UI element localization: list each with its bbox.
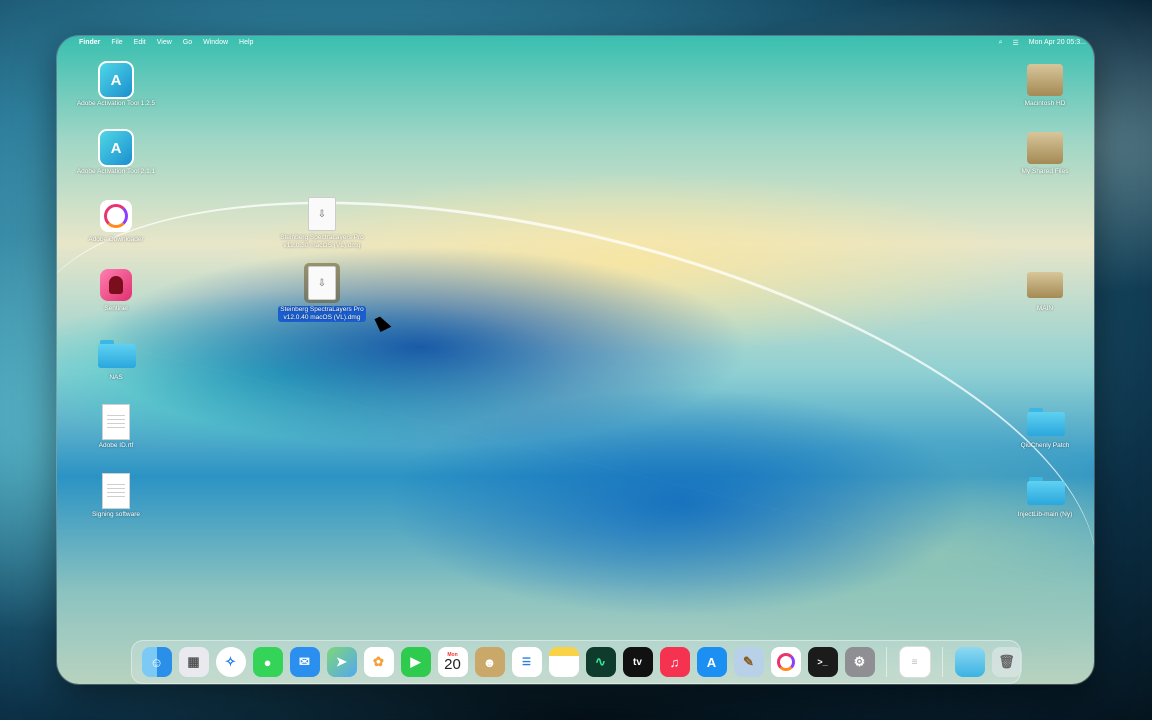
selection-highlight: ⇩	[304, 263, 340, 303]
creative-cloud-icon[interactable]	[770, 647, 801, 677]
desktop-item-label: Adobe Downloader	[88, 236, 144, 243]
messages-icon[interactable]: ●	[252, 647, 283, 677]
facetime-icon[interactable]: ▶	[400, 647, 431, 677]
desktop-item-label: Adobe Activation Tool 2.1.1	[76, 168, 156, 175]
document-stack-icon[interactable]: ≡	[898, 646, 931, 678]
hard-drive-icon	[1027, 272, 1063, 298]
notes-icon[interactable]	[548, 647, 579, 677]
adobe-activation-tool-icon: A	[98, 61, 134, 99]
script-editor-icon[interactable]: ✎	[733, 647, 764, 677]
maps-icon[interactable]: ➤	[326, 647, 357, 677]
launchpad-icon[interactable]: ▦	[178, 647, 209, 677]
hard-drive-icon	[1027, 132, 1063, 164]
folder-icon	[98, 340, 136, 368]
dock: ☺ ▦ ✧ ● ✉ ➤ ✿ ▶ Mon 20 ☻ ☰ ∿ tv ♫ A ✎ >_…	[131, 640, 1022, 684]
document-icon	[102, 404, 130, 440]
control-center-icon[interactable]: ☰	[1013, 39, 1019, 47]
system-settings-icon[interactable]: ⚙	[844, 647, 875, 677]
hard-drive-icon	[1027, 64, 1063, 96]
desktop-item-label: QiuChenly Patch	[1020, 442, 1070, 449]
desktop-item-label: Macintosh HD	[1024, 100, 1066, 107]
photos-icon[interactable]: ✿	[363, 647, 394, 677]
desktop-item-label: NAS	[109, 374, 123, 381]
menu-go[interactable]: Go	[183, 39, 192, 46]
desktop-item-label: Steinberg SpectraLayers Pro v12.0.30 macO…	[280, 234, 364, 249]
desktop-item-adobe-id-rtf[interactable]: Adobe ID.rtf	[68, 404, 164, 450]
desktop-item-macintosh-hd[interactable]: Macintosh HD	[997, 62, 1093, 108]
downloads-folder-icon[interactable]	[954, 647, 985, 677]
folder-icon	[1027, 477, 1065, 505]
desktop-item-nas[interactable]: NAS	[68, 336, 164, 382]
menu-file[interactable]: File	[111, 39, 122, 46]
disk-image-icon: ⇩	[308, 266, 336, 300]
desktop-item-spectralayers-12030-dmg[interactable]: ⇩ Steinberg SpectraLayers Pro v12.0.30 ma…	[274, 196, 370, 250]
desktop-item-label: My Shared Files	[1021, 168, 1069, 175]
menu-edit[interactable]: Edit	[134, 39, 146, 46]
mail-icon[interactable]: ✉	[289, 647, 320, 677]
desktop-item-adobe-activation-tool-211[interactable]: A Adobe Activation Tool 2.1.1	[68, 129, 164, 176]
desktop-screen: Finder File Edit View Go Window Help ⌕ ☰…	[57, 36, 1094, 684]
menu-finder[interactable]: Finder	[79, 39, 100, 46]
desktop-item-label: InjectLib-main (Ny)	[1017, 511, 1073, 518]
safari-icon[interactable]: ✧	[215, 647, 246, 677]
desktop-item-adobe-activation-tool-125[interactable]: A Adobe Activation Tool 1.2.5	[68, 61, 164, 108]
calendar-day: 20	[444, 656, 461, 673]
wallpaper-wave	[57, 106, 1094, 589]
calendar-icon[interactable]: Mon 20	[437, 647, 468, 677]
reminders-icon[interactable]: ☰	[511, 647, 542, 677]
desktop-item-label: MAIN	[1036, 305, 1054, 312]
menu-window[interactable]: Window	[203, 39, 228, 46]
music-icon[interactable]: ♫	[659, 647, 690, 677]
activity-monitor-icon[interactable]: ∿	[585, 647, 616, 677]
desktop-item-spectralayers-12040-dmg[interactable]: ⇩ Steinberg SpectraLayers Pro v12.0.40 ma…	[274, 262, 370, 324]
finder-icon[interactable]: ☺	[141, 647, 172, 677]
dock-separator	[886, 647, 887, 677]
adobe-activation-tool-icon: A	[98, 129, 134, 167]
desktop-item-signing-software[interactable]: Signing software	[68, 473, 164, 519]
desktop-item-label: Adobe ID.rtf	[98, 442, 134, 449]
desktop-item-sentinel[interactable]: Sentinel	[68, 267, 164, 313]
menu-bar: Finder File Edit View Go Window Help ⌕ ☰…	[57, 36, 1094, 49]
desktop-item-label: Adobe Activation Tool 1.2.5	[76, 100, 156, 107]
desktop-item-injectlib-main[interactable]: InjectLib-main (Ny)	[997, 473, 1093, 519]
menu-view[interactable]: View	[157, 39, 172, 46]
apple-tv-icon[interactable]: tv	[622, 647, 653, 677]
desktop-item-label-selected: Steinberg SpectraLayers Pro v12.0.40 macO…	[278, 306, 366, 322]
spotlight-search-icon[interactable]: ⌕	[999, 39, 1003, 47]
app-store-icon[interactable]: A	[696, 647, 727, 677]
desktop-item-qiuchenly-patch[interactable]: QiuChenly Patch	[997, 404, 1093, 450]
terminal-icon[interactable]: >_	[807, 647, 838, 677]
desktop-item-label: Sentinel	[104, 305, 128, 312]
desktop-item-my-shared-files[interactable]: My Shared Files	[997, 130, 1093, 176]
apple-tv-label: tv	[633, 656, 642, 668]
disk-image-icon: ⇩	[308, 197, 336, 231]
desktop-item-main[interactable]: MAIN	[997, 267, 1093, 313]
menu-help[interactable]: Help	[239, 39, 253, 46]
desktop-item-label: Signing software	[91, 511, 141, 518]
creative-cloud-icon	[100, 200, 132, 232]
contacts-icon[interactable]: ☻	[474, 647, 505, 677]
trash-icon[interactable]: 🗑	[991, 647, 1022, 677]
dock-separator	[942, 647, 943, 677]
document-icon	[102, 473, 130, 509]
menubar-clock[interactable]: Mon Apr 20 05:3...	[1029, 39, 1086, 46]
sentinel-icon	[100, 269, 132, 301]
desktop-item-adobe-downloader[interactable]: Adobe Downloader	[68, 198, 164, 244]
folder-icon	[1027, 408, 1065, 436]
terminal-label: >_	[817, 657, 828, 667]
